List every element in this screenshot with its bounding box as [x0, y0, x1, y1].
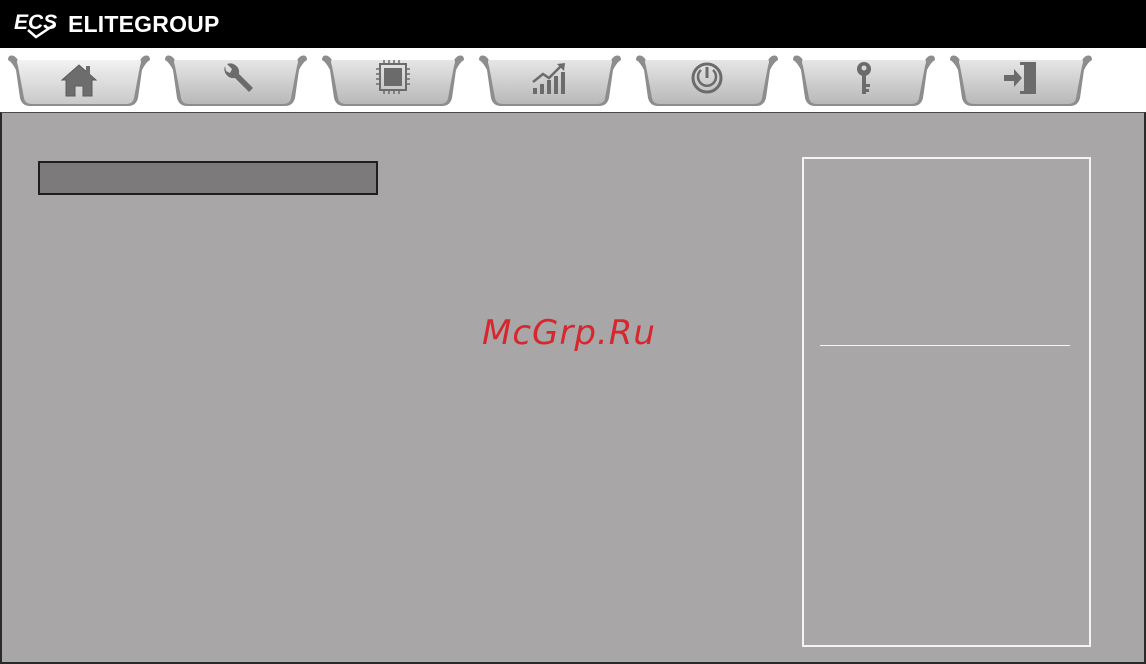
- tab-tools[interactable]: [163, 50, 309, 112]
- brand-name: ELITEGROUP: [68, 11, 220, 37]
- main-panel: McGrp.Ru: [0, 112, 1146, 664]
- help-divider: [820, 345, 1070, 346]
- watermark-text: McGrp.Ru: [482, 313, 656, 353]
- chart-up-icon: [527, 56, 573, 102]
- wrench-icon: [213, 56, 259, 102]
- tab-processor[interactable]: [320, 50, 466, 112]
- header-bar: ECS ELITEGROUP: [0, 0, 1146, 48]
- tab-exit[interactable]: [948, 50, 1094, 112]
- tab-strip: [0, 48, 1146, 112]
- tab-power[interactable]: [634, 50, 780, 112]
- key-icon: [841, 56, 887, 102]
- home-icon: [56, 56, 102, 102]
- brand: ECS ELITEGROUP: [14, 8, 220, 40]
- help-panel: [802, 157, 1091, 647]
- tab-home[interactable]: [6, 50, 152, 112]
- tab-performance[interactable]: [477, 50, 623, 112]
- selected-item-bar[interactable]: [38, 161, 378, 195]
- ecs-logo: ECS: [14, 11, 57, 39]
- chip-icon: [370, 56, 416, 102]
- tab-security[interactable]: [791, 50, 937, 112]
- exit-icon: [998, 56, 1044, 102]
- power-icon: [684, 56, 730, 102]
- svg-text:ECS: ECS: [14, 11, 57, 34]
- bios-screen: ECS ELITEGROUP McGrp.Ru: [0, 0, 1146, 664]
